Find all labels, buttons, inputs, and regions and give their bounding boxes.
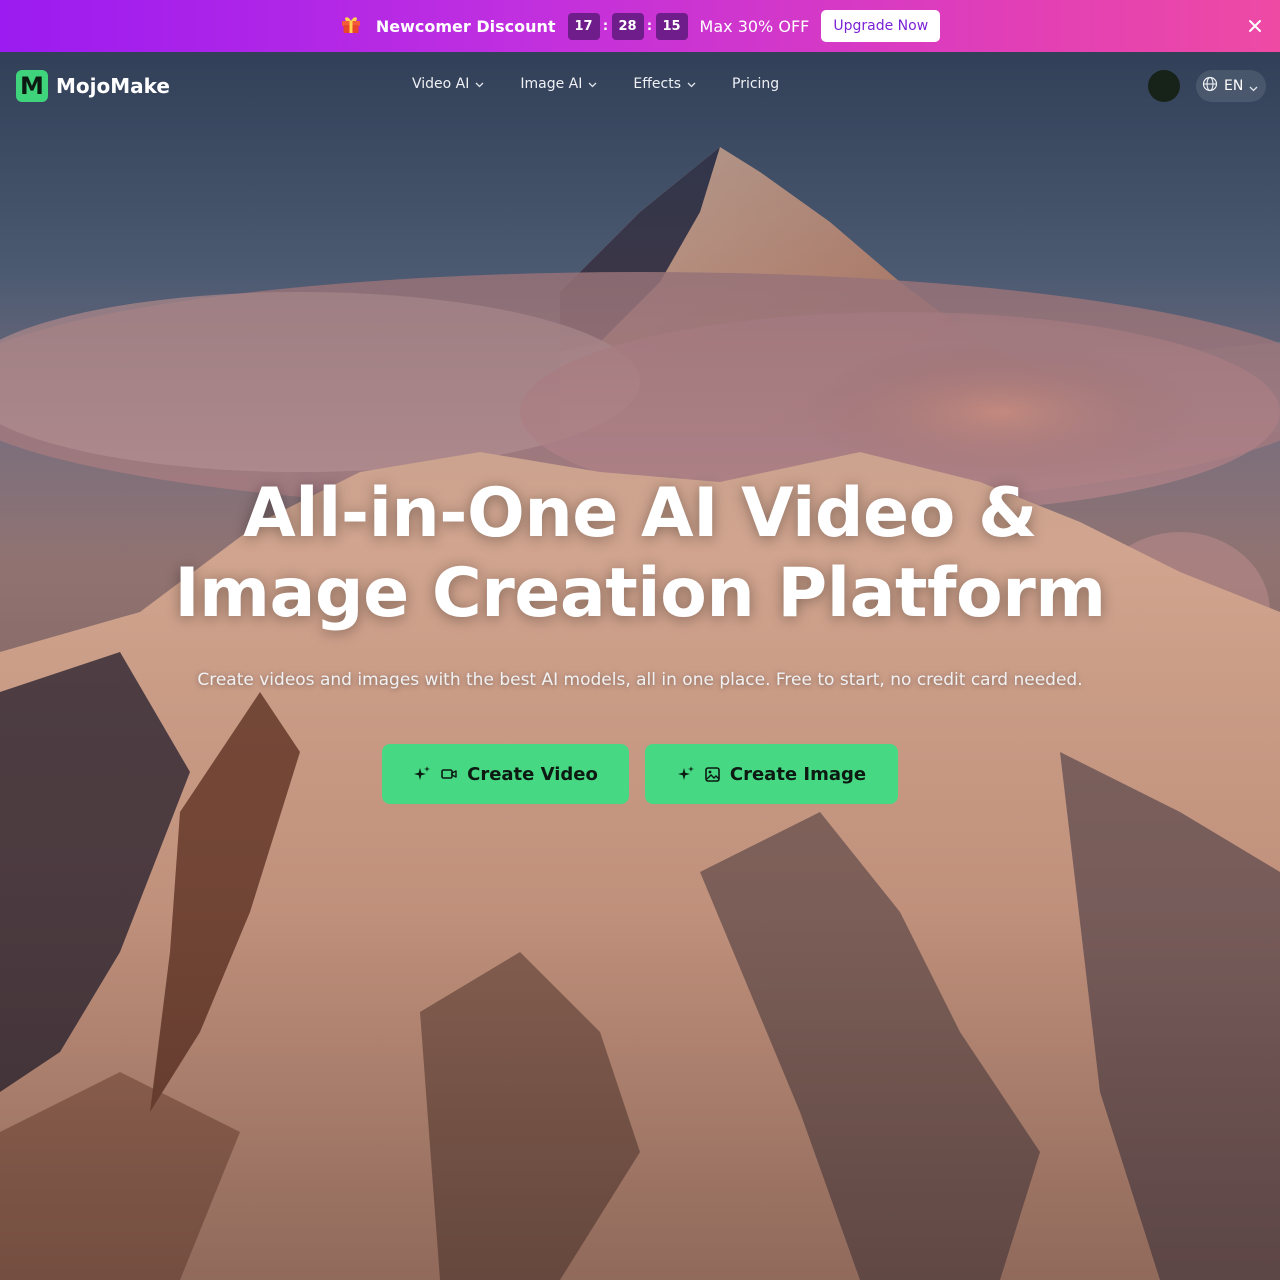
countdown-separator: : [602, 18, 609, 34]
language-selector[interactable]: EN [1196, 70, 1267, 102]
hero-subtitle: Create videos and images with the best A… [197, 670, 1083, 690]
countdown-separator: : [646, 18, 653, 34]
nav-image-ai[interactable]: Image AI [520, 76, 597, 92]
nav-item-label: Image AI [520, 76, 583, 92]
promo-content: Newcomer Discount 17 : 28 : 15 Max 30% O… [340, 10, 941, 42]
image-icon [705, 766, 720, 782]
cta-row: Create Video Create Image [382, 744, 898, 804]
nav-links: Video AI Image AI Effects Pricing [412, 76, 815, 92]
countdown-seconds: 15 [655, 12, 688, 40]
upgrade-now-button[interactable]: Upgrade Now [821, 10, 941, 42]
nav-item-label: Video AI [412, 76, 470, 92]
chevron-down-icon [687, 76, 696, 92]
nav-item-label: Pricing [732, 76, 780, 92]
chevron-down-icon [1249, 77, 1258, 96]
create-video-label: Create Video [467, 763, 598, 785]
brand-logo-icon: M [16, 70, 48, 102]
countdown-hours: 17 [567, 12, 600, 40]
close-icon[interactable] [1244, 15, 1266, 37]
promo-title: Newcomer Discount [375, 16, 556, 36]
nav-effects[interactable]: Effects [633, 76, 696, 92]
countdown-minutes: 28 [611, 12, 644, 40]
chevron-down-icon [588, 76, 597, 92]
create-image-button[interactable]: Create Image [645, 744, 898, 804]
create-image-label: Create Image [729, 763, 867, 785]
gift-icon [340, 13, 362, 40]
sparkles-icon [413, 765, 431, 783]
globe-icon [1202, 76, 1218, 96]
nav-item-label: Effects [633, 76, 681, 92]
user-avatar[interactable] [1148, 70, 1180, 102]
promo-banner: Newcomer Discount 17 : 28 : 15 Max 30% O… [0, 0, 1280, 52]
hero-background [0, 52, 1280, 1280]
top-navbar: M MojoMake Video AI Image AI Effects Pri… [0, 52, 1280, 120]
promo-offer: Max 30% OFF [699, 16, 810, 36]
nav-pricing[interactable]: Pricing [732, 76, 779, 92]
brand-logo-link[interactable]: M MojoMake [16, 70, 170, 102]
hero-title-line-2: Image Creation Platform [174, 554, 1106, 633]
video-camera-icon [441, 767, 457, 781]
sparkles-icon [677, 765, 695, 783]
create-video-button[interactable]: Create Video [382, 744, 629, 804]
hero-overlay [0, 52, 1280, 1280]
chevron-down-icon [475, 76, 484, 92]
hero-title-line-1: All-in-One AI Video & [243, 474, 1037, 553]
nav-video-ai[interactable]: Video AI [412, 76, 484, 92]
brand-name: MojoMake [56, 74, 170, 98]
language-label: EN [1224, 78, 1244, 94]
hero-title: All-in-One AI Video & Image Creation Pla… [0, 474, 1280, 634]
